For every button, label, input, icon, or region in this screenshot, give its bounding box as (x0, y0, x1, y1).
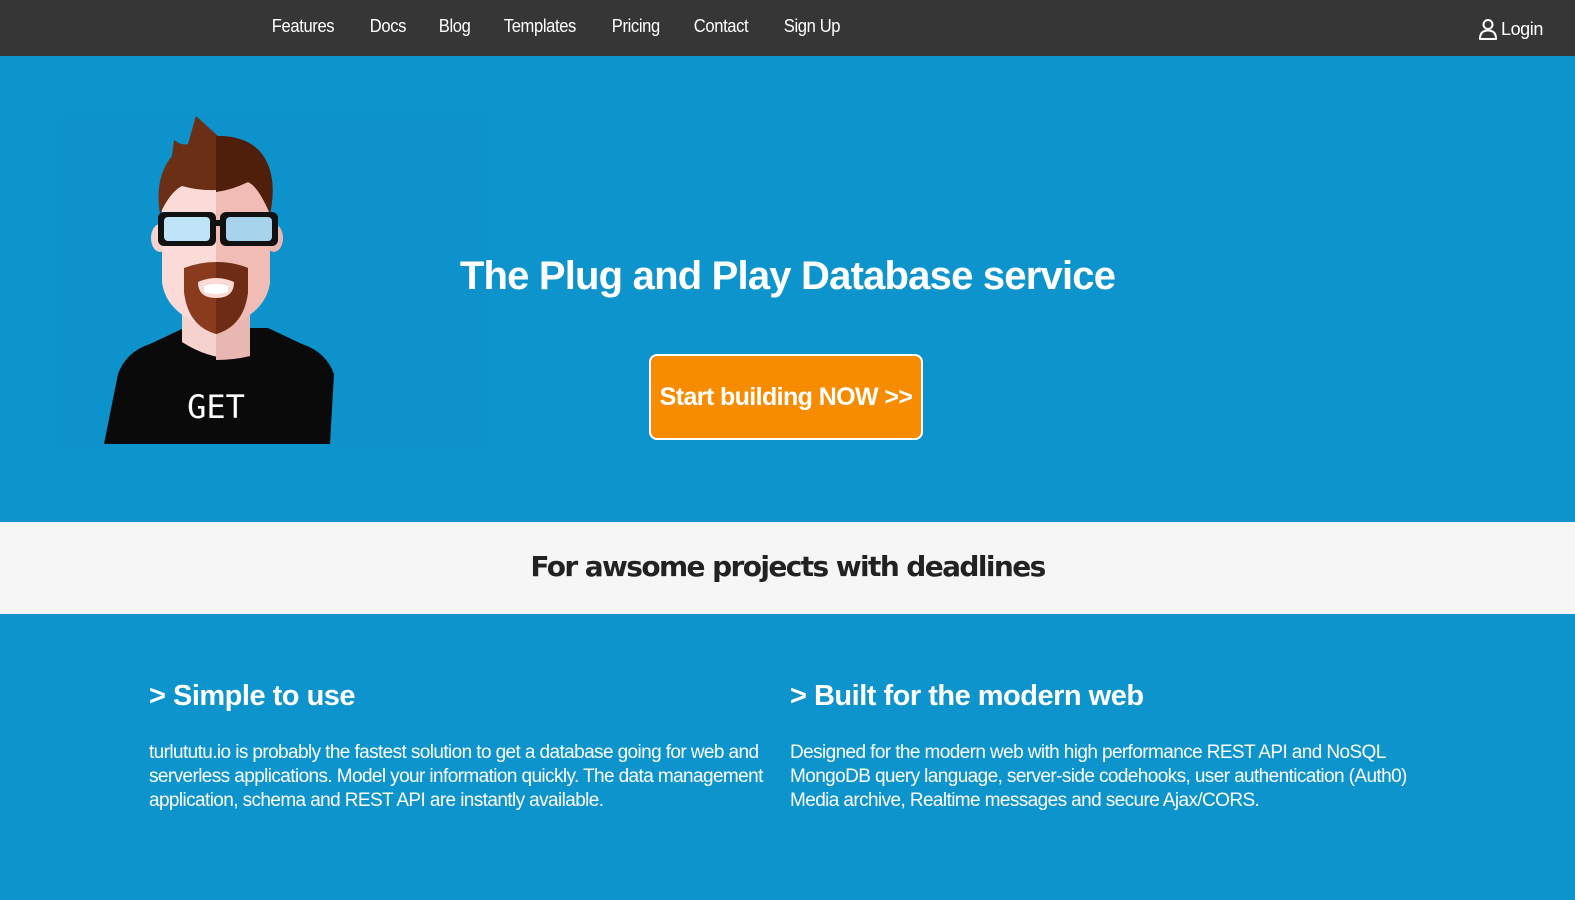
start-building-button[interactable]: Start building NOW >> (649, 354, 923, 440)
feature-title: > Simple to use (149, 680, 356, 712)
feature-simple-to-use: > Simple to use turlututu.io is probably… (149, 680, 769, 813)
nav-link-pricing[interactable]: Pricing (598, 16, 674, 37)
features-section: > Simple to use turlututu.io is probably… (0, 614, 1575, 900)
nav-link-features[interactable]: Features (258, 16, 348, 37)
tagline-text: For awsome projects with deadlines (530, 550, 1046, 583)
feature-modern-web: > Built for the modern web Designed for … (790, 680, 1410, 813)
nav-link-blog[interactable]: Blog (425, 16, 484, 37)
nav-link-docs[interactable]: Docs (356, 16, 420, 37)
nav-link-templates[interactable]: Templates (490, 16, 590, 37)
avatar-shirt-text: GET (187, 388, 245, 426)
nav-link-contact[interactable]: Contact (680, 16, 762, 37)
login-link[interactable]: Login (1478, 18, 1543, 40)
hero-title: The Plug and Play Database service (459, 254, 1116, 298)
tagline-band: For awsome projects with deadlines (0, 522, 1575, 614)
login-label: Login (1500, 18, 1543, 39)
nav-link-sign-up[interactable]: Sign Up (770, 16, 854, 37)
user-icon (1478, 19, 1497, 40)
top-navbar: Features Docs Blog Templates Pricing Con… (0, 0, 1575, 56)
nav-links: Features Docs Blog Templates Pricing Con… (258, 0, 861, 52)
hero-section: GET The Plug and Play Database service S… (0, 56, 1575, 522)
feature-text: Designed for the modern web with high pe… (790, 742, 1407, 811)
feature-title: > Built for the modern web (790, 680, 1144, 712)
feature-text: turlututu.io is probably the fastest sol… (149, 742, 763, 811)
